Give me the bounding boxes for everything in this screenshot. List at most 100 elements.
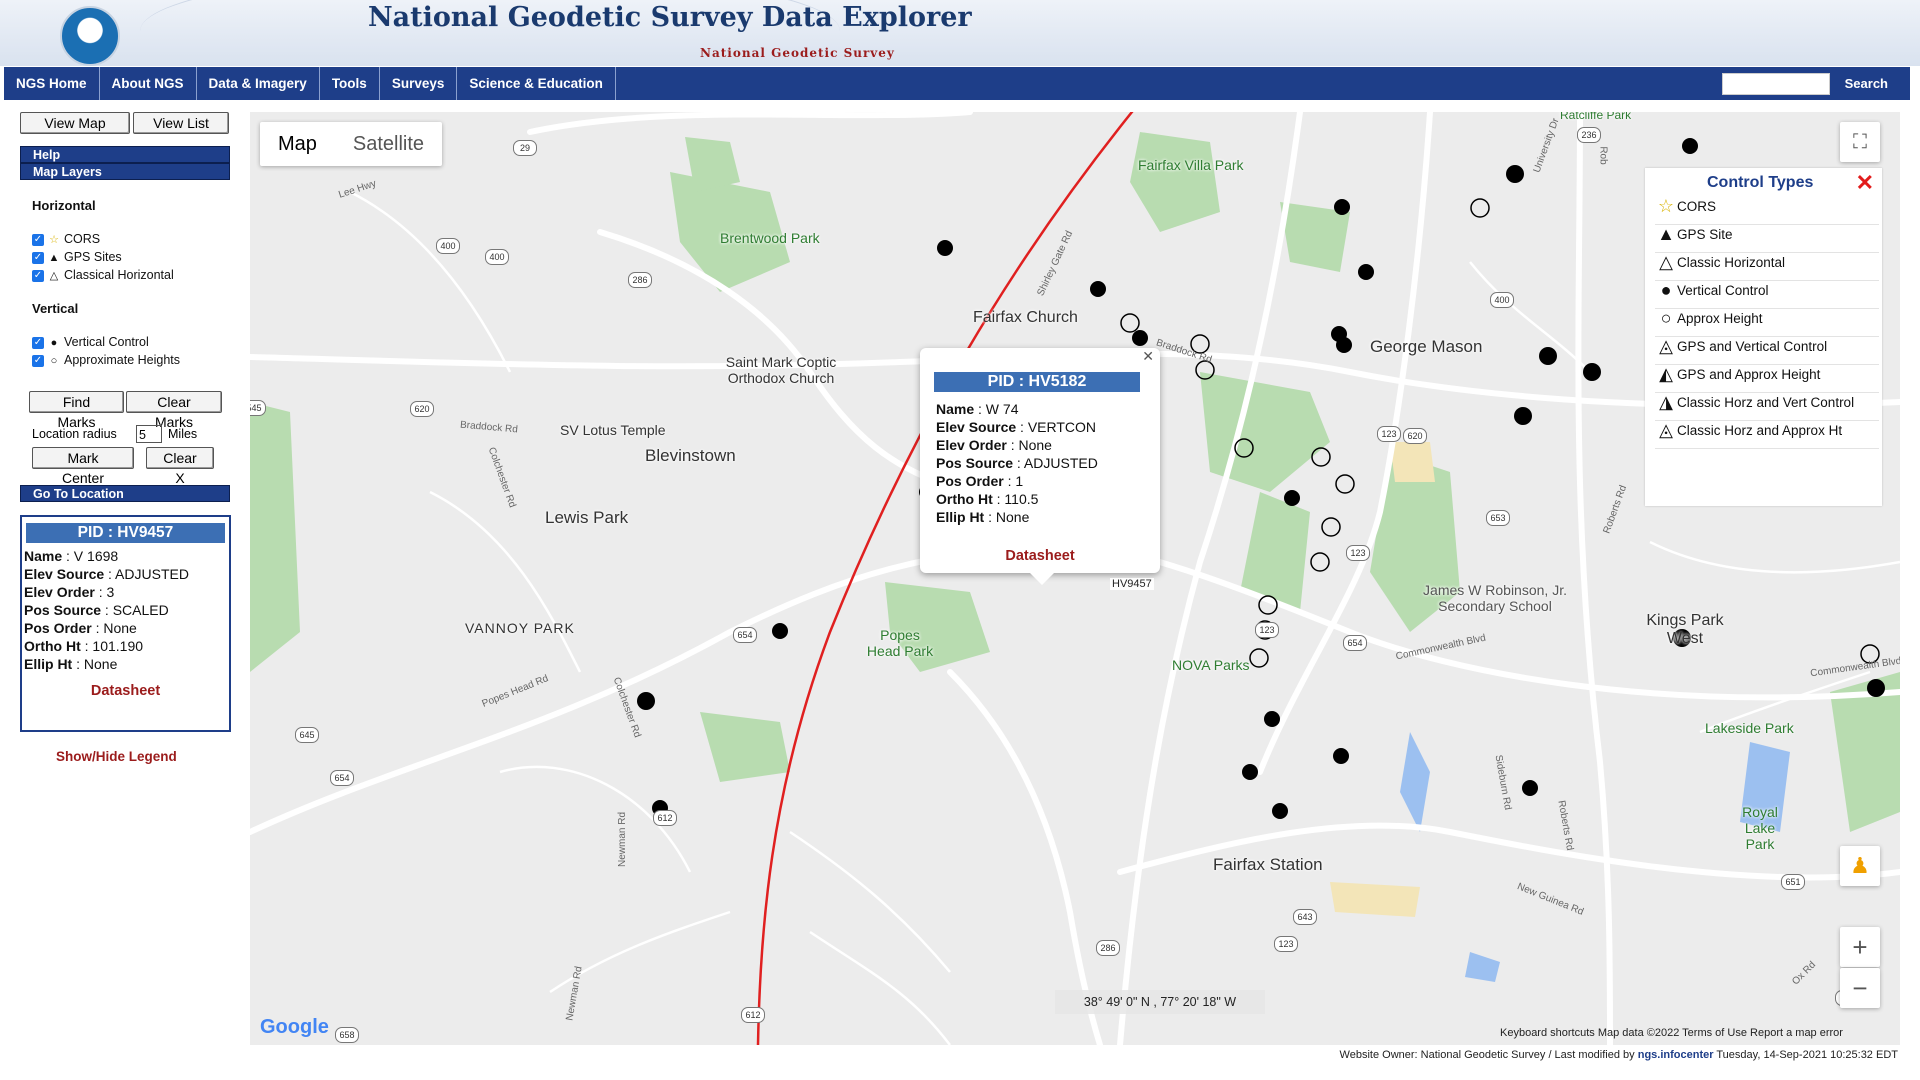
location-radius-input[interactable]: 5: [136, 425, 162, 443]
star-icon: ☆: [49, 234, 59, 246]
map-layers-bar[interactable]: Map Layers: [20, 163, 230, 180]
card-datasheet-link[interactable]: Datasheet: [22, 683, 229, 699]
popup-datasheet-link[interactable]: Datasheet: [920, 548, 1160, 564]
vertical-title: Vertical: [32, 301, 79, 316]
clear-x-button[interactable]: Clear X: [146, 447, 214, 486]
place-label: Lakeside Park: [1705, 720, 1794, 736]
checkbox-checked-icon[interactable]: ✓: [32, 233, 44, 246]
card-elev-order: Elev Order : 3: [24, 584, 115, 600]
route-shield: 612: [741, 1007, 765, 1023]
noaa-logo[interactable]: [60, 6, 120, 66]
google-logo: Google: [260, 1016, 329, 1038]
popup-ortho-ht: Ortho Ht : 110.5: [936, 491, 1039, 507]
route-shield: 123: [1377, 426, 1401, 442]
layer-gps-sites[interactable]: ✓ ▲ GPS Sites: [32, 249, 122, 265]
nav-tools[interactable]: Tools: [320, 67, 380, 100]
layer-classical-horizontal[interactable]: ✓ △ Classical Horizontal: [32, 267, 174, 283]
layer-approximate-heights[interactable]: ✓ ○ Approximate Heights: [32, 352, 180, 368]
route-shield: 645: [295, 727, 319, 743]
map-type-satellite-button[interactable]: Satellite: [335, 122, 442, 166]
site-subtitle: National Geodetic Survey: [700, 46, 895, 60]
place-label: Popes Head Park: [866, 627, 934, 659]
route-shield: 400: [436, 238, 460, 254]
outline-triangle-icon: △: [1659, 252, 1673, 272]
find-marks-button[interactable]: Find Marks: [29, 391, 124, 430]
popup-elev-order: Elev Order : None: [936, 437, 1052, 453]
legend-item: △ Classic Horizontal: [1655, 252, 1879, 281]
nav-science-education[interactable]: Science & Education: [457, 67, 616, 100]
go-to-location-bar[interactable]: Go To Location: [20, 485, 230, 502]
popup-name: Name : W 74: [936, 401, 1019, 417]
infocenter-link[interactable]: ngs.infocenter: [1638, 1049, 1714, 1061]
map-type-map-button[interactable]: Map: [260, 122, 335, 166]
mark-center-button[interactable]: Mark Center: [32, 447, 134, 486]
clear-marks-button[interactable]: Clear Marks: [126, 391, 222, 430]
nav-about-ngs[interactable]: About NGS: [100, 67, 197, 100]
classic-approx-icon: ◬: [1659, 420, 1673, 440]
filled-circle-icon: ●: [1660, 280, 1672, 300]
help-bar[interactable]: Help: [20, 146, 230, 163]
close-icon[interactable]: ✕: [1856, 170, 1874, 196]
place-label: Ratcliffe Park: [1560, 112, 1632, 122]
outline-circle-icon: ○: [1660, 308, 1672, 328]
close-icon[interactable]: ✕: [1142, 348, 1154, 365]
legend-item: ◬ Classic Horz and Approx Ht: [1655, 420, 1879, 449]
place-label: VANNOY PARK: [465, 620, 575, 636]
zoom-in-button[interactable]: +: [1840, 927, 1880, 967]
map-attribution[interactable]: Keyboard shortcuts Map data ©2022 Terms …: [1500, 1027, 1843, 1039]
card-name: Name : V 1698: [24, 548, 119, 564]
outline-triangle-icon: △: [49, 270, 59, 282]
filled-circle-icon: ●: [50, 337, 58, 349]
card-pos-source: Pos Source : SCALED: [24, 602, 169, 618]
layer-label: GPS Sites: [64, 250, 122, 264]
pegman-icon[interactable]: ♟: [1840, 846, 1880, 886]
place-label: Royal Lake Park: [1742, 804, 1778, 852]
show-hide-legend-link[interactable]: Show/Hide Legend: [56, 749, 177, 764]
layer-label: CORS: [64, 232, 101, 246]
map-canvas[interactable]: Fairfax Villa Park Brentwood Park Fairfa…: [250, 112, 1900, 1045]
place-label: Blevinstown: [645, 446, 736, 465]
route-shield: 643: [1293, 909, 1317, 925]
checkbox-checked-icon[interactable]: ✓: [32, 354, 44, 367]
place-label: Brentwood Park: [720, 230, 820, 246]
place-label: Lewis Park: [545, 508, 629, 527]
route-shield: 123: [1346, 545, 1370, 561]
checkbox-checked-icon[interactable]: ✓: [32, 336, 44, 349]
site-header: National Geodetic Survey Data Explorer N…: [0, 0, 1920, 66]
legend-item: ◭ GPS and Approx Height: [1655, 364, 1879, 393]
fullscreen-icon[interactable]: ⛶: [1840, 122, 1880, 162]
search-input[interactable]: [1722, 73, 1830, 95]
place-label: James W Robinson, Jr. Secondary School: [1423, 582, 1567, 614]
nav-ngs-home[interactable]: NGS Home: [4, 67, 100, 100]
nav-data-imagery[interactable]: Data & Imagery: [197, 67, 320, 100]
layer-label: Approximate Heights: [64, 353, 181, 367]
route-shield: 653: [1486, 510, 1510, 526]
legend-item: ● Vertical Control: [1655, 280, 1879, 309]
view-map-button[interactable]: View Map: [20, 112, 130, 134]
star-icon: ☆: [1657, 196, 1675, 216]
card-pid: PID : HV9457: [26, 523, 225, 543]
route-shield: 654: [330, 770, 354, 786]
location-radius-unit: Miles: [168, 427, 198, 441]
hover-pid-label: HV9457: [1110, 578, 1154, 590]
classic-vert-icon: ◮: [1659, 392, 1673, 412]
place-label: Fairfax Villa Park: [1138, 157, 1244, 173]
search-button[interactable]: Search: [1845, 67, 1888, 100]
place-label: Fairfax Church: [973, 309, 1078, 326]
mark-info-popup: ✕ PID : HV5182 Name : W 74 Elev Source :…: [920, 348, 1160, 585]
view-list-button[interactable]: View List: [133, 112, 229, 134]
zoom-out-button[interactable]: −: [1840, 968, 1880, 1008]
route-shield: 612: [653, 810, 677, 826]
layer-vertical-control[interactable]: ✓ ● Vertical Control: [32, 334, 149, 350]
page-footer: Website Owner: National Geodetic Survey …: [1339, 1049, 1898, 1061]
location-radius-label: Location radius: [32, 427, 117, 441]
layer-cors[interactable]: ✓ ☆ CORS: [32, 231, 100, 247]
card-ortho-ht: Ortho Ht : 101.190: [24, 638, 144, 654]
checkbox-checked-icon[interactable]: ✓: [32, 269, 44, 282]
site-title: National Geodetic Survey Data Explorer: [368, 2, 972, 33]
route-shield: 286: [628, 272, 652, 288]
popup-ellip-ht: Ellip Ht : None: [936, 509, 1030, 525]
nav-surveys[interactable]: Surveys: [380, 67, 458, 100]
checkbox-checked-icon[interactable]: ✓: [32, 251, 44, 264]
route-shield: 658: [335, 1027, 359, 1043]
